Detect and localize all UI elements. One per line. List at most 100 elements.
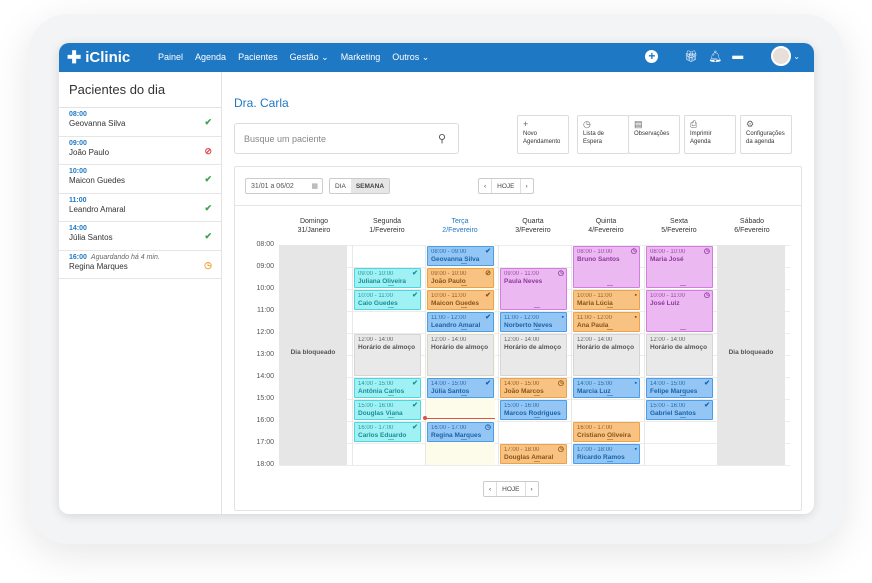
drag-handle[interactable] <box>460 329 467 330</box>
agenda-settings-button[interactable]: ⚙ Configurações da agenda <box>740 115 792 154</box>
plus-circle-icon[interactable]: + <box>645 49 659 63</box>
status-icon[interactable]: ✔ <box>204 231 212 242</box>
nav-pacientes[interactable]: Pacientes <box>238 52 278 63</box>
drag-handle[interactable] <box>606 285 613 286</box>
appointment[interactable]: 15:00 - 16:00 Gabriel Santos ✔ <box>646 400 713 420</box>
status-icon[interactable]: ◷ <box>204 260 212 271</box>
nav-outros[interactable]: Outros ⌄ <box>392 52 429 63</box>
drag-handle[interactable] <box>387 395 394 396</box>
drag-handle[interactable] <box>387 285 394 286</box>
new-appointment-button[interactable]: + Novo Agendamento <box>517 115 569 154</box>
appointment[interactable]: 10:00 - 11:00 Caio Guedes ✔ <box>354 290 421 310</box>
appointment[interactable]: 16:00 - 17:00 Regina Marques ◷ <box>427 422 494 442</box>
patient-item[interactable]: 10:00 Maicon Guedes ✔ <box>59 165 221 194</box>
nav-painel[interactable]: Painel <box>158 52 183 63</box>
drag-handle[interactable] <box>533 417 540 418</box>
waiting-list-button[interactable]: ◷ Lista de Espera <box>577 115 629 154</box>
day-header[interactable]: Terça 2/Fevereiro <box>425 217 495 235</box>
drag-handle[interactable] <box>679 395 686 396</box>
date-range-picker[interactable]: 31/01 a 06/02 ▦ <box>245 178 323 194</box>
drag-handle[interactable] <box>387 439 394 440</box>
appointment[interactable]: 15:00 - 16:00 Douglas Viana ✔ <box>354 400 421 420</box>
lunch-block[interactable]: 12:00 - 14:00 Horário de almoço <box>354 334 421 376</box>
search-icon[interactable]: ⚲ <box>438 132 446 145</box>
appointment[interactable]: 10:00 - 11:00 José Luiz ◷ <box>646 290 713 332</box>
appointment[interactable]: 14:00 - 15:00 Antônia Carlos ✔ <box>354 378 421 398</box>
logo[interactable]: ✚ iClinic <box>67 49 130 66</box>
print-agenda-button[interactable]: ⎙ Imprimir Agenda <box>684 115 736 154</box>
appointment[interactable]: 11:00 - 12:00 Norberto Neves ▪ <box>500 312 567 332</box>
appointment[interactable]: 08:00 - 09:00 Geovanna Silva ✔ <box>427 246 494 266</box>
patient-item[interactable]: 14:00 Júlia Santos ✔ <box>59 222 221 251</box>
appointment[interactable]: 14:00 - 15:00 Júlia Santos ✔ <box>427 378 494 398</box>
avatar[interactable] <box>771 46 792 66</box>
drag-handle[interactable] <box>606 439 613 440</box>
status-icon[interactable]: ✔ <box>204 203 212 214</box>
drag-handle[interactable] <box>387 417 394 418</box>
drag-handle[interactable] <box>533 307 540 308</box>
drag-handle[interactable] <box>460 395 467 396</box>
bell-icon[interactable]: 🔔︎ <box>708 50 722 63</box>
prev-week-button[interactable]: ‹ <box>479 179 493 193</box>
lunch-block[interactable]: 12:00 - 14:00 Horário de almoço <box>573 334 640 376</box>
status-icon[interactable]: ✔ <box>204 174 212 185</box>
next-week-button[interactable]: › <box>521 179 533 193</box>
appointment[interactable]: 09:00 - 11:00 Paula Neves ◷ <box>500 268 567 310</box>
appointment[interactable]: 09:00 - 10:00 João Paulo ⊘ <box>427 268 494 288</box>
status-icon[interactable]: ⊘ <box>204 146 212 157</box>
next-week-button[interactable]: › <box>526 482 538 496</box>
drag-handle[interactable] <box>606 395 613 396</box>
drag-handle[interactable] <box>679 285 686 286</box>
appointment[interactable]: 08:00 - 10:00 Maria José ◷ <box>646 246 713 288</box>
appointment[interactable]: 11:00 - 12:00 Ana Paula ▪ <box>573 312 640 332</box>
prev-week-button[interactable]: ‹ <box>484 482 498 496</box>
today-button[interactable]: HOJE <box>492 179 521 193</box>
observations-button[interactable]: ▤ Observações <box>628 115 680 154</box>
drag-handle[interactable] <box>606 307 613 308</box>
drag-handle[interactable] <box>533 329 540 330</box>
drag-handle[interactable] <box>460 263 467 264</box>
day-header[interactable]: Segunda 1/Fevereiro <box>352 217 422 235</box>
day-header[interactable]: Sábado 6/Fevereiro <box>717 217 787 235</box>
appointment[interactable]: 16:00 - 17:00 Cristiano Oliveira <box>573 422 640 442</box>
drag-handle[interactable] <box>606 329 613 330</box>
drag-handle[interactable] <box>460 307 467 308</box>
view-week-button[interactable]: SEMANA <box>350 179 390 193</box>
day-header[interactable]: Quinta 4/Fevereiro <box>571 217 641 235</box>
appointment[interactable]: 11:00 - 12:00 Leandro Amaral ✔ <box>427 312 494 332</box>
appointment[interactable]: 14:00 - 15:00 João Marcos ◷ <box>500 378 567 398</box>
day-header[interactable]: Quarta 3/Fevereiro <box>498 217 568 235</box>
drag-handle[interactable] <box>387 307 394 308</box>
patient-item[interactable]: 09:00 João Paulo ⊘ <box>59 137 221 165</box>
patient-item[interactable]: 11:00 Leandro Amaral ✔ <box>59 194 221 222</box>
lunch-block[interactable]: 12:00 - 14:00 Horário de almoço <box>500 334 567 376</box>
day-header[interactable]: Sexta 5/Fevereiro <box>644 217 714 235</box>
nav-agenda[interactable]: Agenda <box>195 52 226 63</box>
drag-handle[interactable] <box>533 395 540 396</box>
drag-handle[interactable] <box>679 329 686 330</box>
drag-handle[interactable] <box>606 461 613 462</box>
chat-icon[interactable]: ▬ <box>732 50 743 62</box>
nav-marketing[interactable]: Marketing <box>341 52 381 63</box>
lunch-block[interactable]: 12:00 - 14:00 Horário de almoço <box>646 334 713 376</box>
appointment[interactable]: 14:00 - 15:00 Marcia Luz ▪ <box>573 378 640 398</box>
drag-handle[interactable] <box>533 461 540 462</box>
nav-gestao[interactable]: Gestão ⌄ <box>290 52 329 63</box>
drag-handle[interactable] <box>460 285 467 286</box>
appointment[interactable]: 08:00 - 10:00 Bruno Santos ◷ <box>573 246 640 288</box>
search-input[interactable]: Busque um paciente ⚲ <box>234 123 459 154</box>
patient-item[interactable]: 08:00 Geovanna Silva ✔ <box>59 108 221 137</box>
day-header[interactable]: Domingo 31/Janeiro <box>279 217 349 235</box>
appointment[interactable]: 14:00 - 15:00 Felipe Marques ✔ <box>646 378 713 398</box>
status-icon[interactable]: ✔ <box>204 117 212 128</box>
appointment[interactable]: 17:00 - 18:00 Ricardo Ramos ▪ <box>573 444 640 464</box>
today-button[interactable]: HOJE <box>497 482 526 496</box>
lunch-block[interactable]: 12:00 - 14:00 Horário de almoço <box>427 334 494 376</box>
appointment[interactable]: 15:00 - 16:00 Marcos Rodrigues <box>500 400 567 420</box>
drag-handle[interactable] <box>679 417 686 418</box>
gift-icon[interactable]: 🎁︎ <box>684 50 698 63</box>
appointment[interactable]: 10:00 - 11:00 Maicon Guedes ✔ <box>427 290 494 310</box>
view-day-button[interactable]: DIA <box>330 179 351 193</box>
drag-handle[interactable] <box>460 439 467 440</box>
appointment[interactable]: 10:00 - 11:00 Maria Lúcia ▪ <box>573 290 640 310</box>
